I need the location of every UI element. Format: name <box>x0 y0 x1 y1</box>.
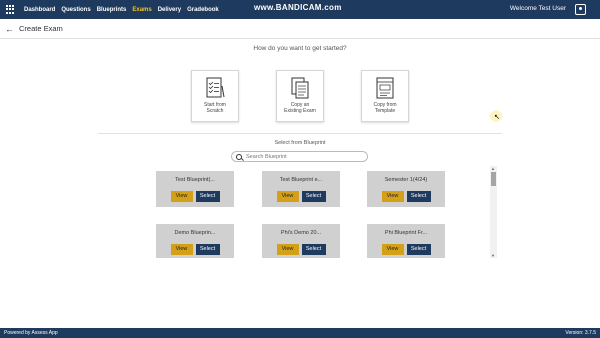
view-button[interactable]: View <box>276 244 299 255</box>
template-icon <box>376 77 394 99</box>
start-question: How do you want to get started? <box>253 45 347 52</box>
blueprint-card: Phi's Demo 20... View Select <box>262 224 340 258</box>
view-button[interactable]: View <box>381 191 404 202</box>
blueprint-scrollbar[interactable]: ▲ ▼ <box>490 166 497 258</box>
option-label-line2: Existing Exam <box>284 108 316 114</box>
nav-dashboard[interactable]: Dashboard <box>24 7 55 13</box>
scroll-up-icon[interactable]: ▲ <box>491 166 495 171</box>
apps-grid-icon[interactable] <box>6 4 16 15</box>
view-button[interactable]: View <box>276 191 299 202</box>
page-header: ← Create Exam <box>0 19 600 39</box>
nav-questions[interactable]: Questions <box>61 7 90 13</box>
copy-documents-icon <box>291 77 309 99</box>
welcome-text: Welcome Test User <box>509 5 566 12</box>
blueprint-name: Demo Blueprin... <box>174 230 216 236</box>
option-label-line2: Template <box>374 108 396 114</box>
page-title: Create Exam <box>19 24 63 33</box>
blueprint-section-title: Select from Blueprint <box>274 140 326 146</box>
blueprint-card: Test Blueprint(... View Select <box>156 171 234 207</box>
blueprint-cards-grid: Test Blueprint(... View Select Test Blue… <box>98 166 490 258</box>
start-from-scratch-option[interactable]: Start from Scratch <box>191 70 239 122</box>
nav-delivery[interactable]: Delivery <box>158 7 181 13</box>
select-button[interactable]: Select <box>195 244 220 255</box>
select-button[interactable]: Select <box>406 191 431 202</box>
blueprint-name: Test Blueprint(... <box>175 177 215 183</box>
copy-existing-exam-option[interactable]: Copy an Existing Exam <box>276 70 324 122</box>
top-navbar: Dashboard Questions Blueprints Exams Del… <box>0 0 600 19</box>
view-button[interactable]: View <box>170 191 193 202</box>
view-button[interactable]: View <box>170 244 193 255</box>
section-divider <box>98 133 502 134</box>
footer-powered-by: Powered by Assess App <box>4 330 58 336</box>
nav-exams[interactable]: Exams <box>132 7 151 13</box>
view-button[interactable]: View <box>381 244 404 255</box>
footer-bar: Powered by Assess App Version: 3.7.5 <box>0 328 600 338</box>
checklist-icon <box>206 77 225 98</box>
nav-blueprints[interactable]: Blueprints <box>97 7 127 13</box>
nav-menu: Dashboard Questions Blueprints Exams Del… <box>24 7 225 13</box>
blueprint-name: Semester 1(4/24) <box>384 177 428 183</box>
select-button[interactable]: Select <box>301 244 326 255</box>
blueprint-card: Test Blueprint e... View Select <box>262 171 340 207</box>
blueprint-search-input[interactable] <box>246 153 356 160</box>
mouse-cursor-icon: ↖ <box>494 114 500 121</box>
copy-from-template-option[interactable]: Copy from Template <box>361 70 409 122</box>
blueprint-card: Phi Blueprint Fr... View Select <box>367 224 445 258</box>
blueprint-search-box[interactable] <box>231 151 368 162</box>
nav-gradebook[interactable]: Gradebook <box>187 7 219 13</box>
bandicam-watermark: www.BANDICAM.com <box>254 3 342 12</box>
back-arrow-icon[interactable]: ← <box>5 24 14 34</box>
blueprint-name: Phi's Demo 20... <box>280 230 322 236</box>
scroll-down-icon[interactable]: ▼ <box>491 253 495 258</box>
option-label-line2: Scratch <box>206 108 224 114</box>
select-button[interactable]: Select <box>406 244 431 255</box>
scrollbar-thumb[interactable] <box>491 172 496 186</box>
select-button[interactable]: Select <box>301 191 326 202</box>
blueprint-name: Phi Blueprint Fr... <box>384 230 428 236</box>
footer-version: Version: 3.7.5 <box>565 330 596 336</box>
blueprint-card: Demo Blueprin... View Select <box>156 224 234 258</box>
user-profile-icon[interactable] <box>575 4 586 15</box>
select-button[interactable]: Select <box>195 191 220 202</box>
search-icon <box>236 153 242 160</box>
blueprint-card: Semester 1(4/24) View Select <box>367 171 445 207</box>
blueprint-name: Test Blueprint e... <box>279 177 323 183</box>
